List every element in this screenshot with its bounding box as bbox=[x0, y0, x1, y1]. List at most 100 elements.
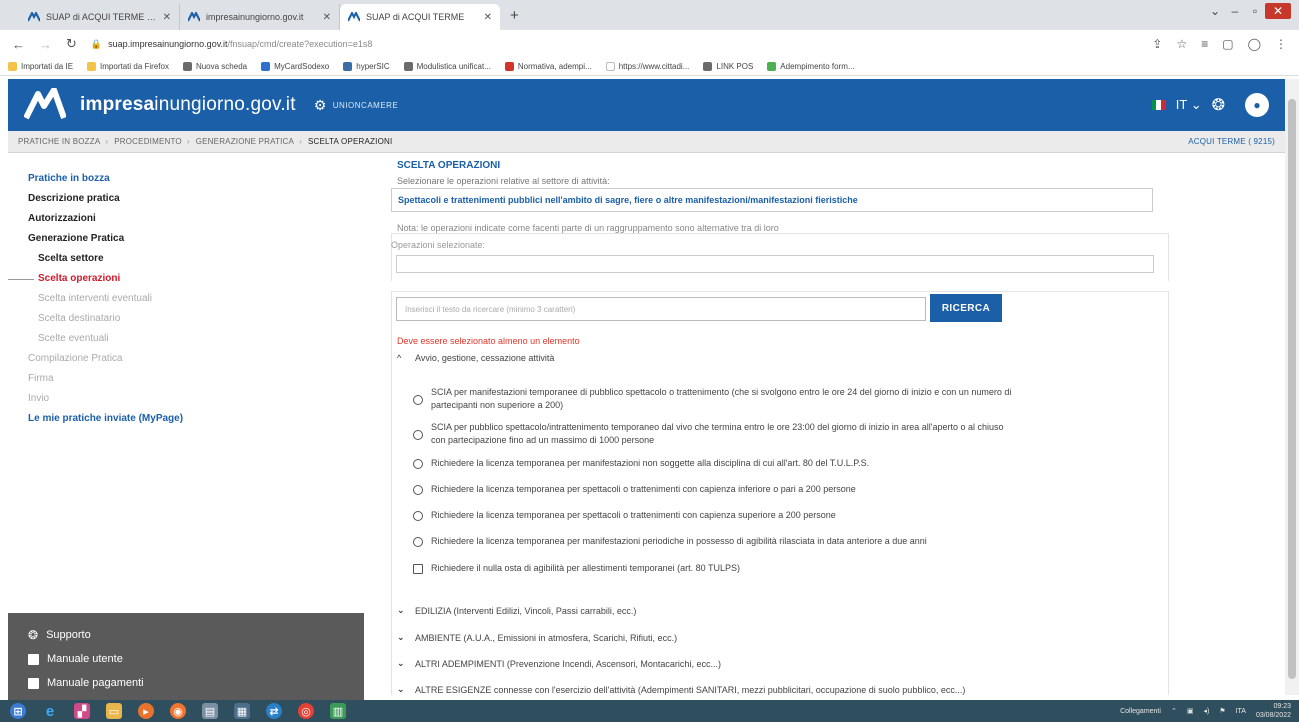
collapsed-group-header[interactable]: ⌄ ALTRE ESIGENZE connesse con l'esercizio… bbox=[397, 684, 965, 695]
file-explorer-icon[interactable]: ▭ bbox=[106, 703, 122, 719]
chevron-down-icon: ⌄ bbox=[397, 684, 405, 694]
search-input[interactable]: Inserisci il testo da ricercare (minimo … bbox=[396, 297, 926, 321]
reading-list-icon[interactable]: ≡ bbox=[1201, 37, 1208, 51]
operation-radio-option[interactable]: Richiedere la licenza temporanea per spe… bbox=[413, 509, 1113, 522]
dropdown-icon[interactable]: ⌄ bbox=[1205, 4, 1225, 18]
operation-radio-option[interactable]: Richiedere la licenza temporanea per man… bbox=[413, 535, 1113, 548]
checkbox[interactable] bbox=[413, 564, 423, 574]
option-line: con partecipazione fino ad un massimo di… bbox=[431, 435, 655, 445]
operation-radio-option[interactable]: SCIA per manifestazioni temporanee di pu… bbox=[413, 386, 1113, 412]
profile-icon[interactable]: ◯ bbox=[1248, 37, 1261, 51]
chrome-icon[interactable]: ◎ bbox=[298, 703, 314, 719]
spreadsheet-icon[interactable]: ▥ bbox=[330, 703, 346, 719]
tab-close-icon[interactable]: ✕ bbox=[163, 12, 171, 23]
firefox-icon[interactable]: ◉ bbox=[170, 703, 186, 719]
support-header-icon[interactable]: ❂ bbox=[1212, 95, 1225, 115]
forward-icon[interactable]: → bbox=[39, 37, 52, 52]
bookmark-item[interactable]: hyperSIC bbox=[343, 62, 390, 71]
search-button[interactable]: RICERCA bbox=[930, 294, 1002, 322]
volume-icon[interactable]: ◂) bbox=[1203, 707, 1209, 715]
sidebar-item[interactable]: Scelta settore bbox=[28, 249, 364, 269]
close-window-icon[interactable]: ✕ bbox=[1265, 3, 1291, 19]
tab-close-icon[interactable]: ✕ bbox=[484, 12, 492, 23]
url-field[interactable]: 🔒 suap.impresainungiorno.gov.it/fnsuap/c… bbox=[91, 39, 1138, 50]
option-line: SCIA per manifestazioni temporanee di pu… bbox=[431, 387, 1012, 397]
radio-button[interactable] bbox=[413, 395, 423, 405]
support-link[interactable]: ❂ Supporto bbox=[28, 623, 364, 647]
collapsed-group-header[interactable]: ⌄ EDILIZIA (Interventi Edilizi, Vincoli, … bbox=[397, 605, 636, 616]
collapsed-group-header[interactable]: ⌄ AMBIENTE (A.U.A., Emissioni in atmosfer… bbox=[397, 632, 677, 643]
document-app-icon[interactable]: ▤ bbox=[202, 703, 218, 719]
bookmark-item[interactable]: https://www.cittadi... bbox=[605, 62, 689, 71]
paint-icon[interactable]: ▞ bbox=[74, 703, 90, 719]
operation-radio-option[interactable]: Richiedere la licenza temporanea per spe… bbox=[413, 483, 1113, 496]
breadcrumb-item[interactable]: GENERAZIONE PRATICA › bbox=[196, 137, 302, 146]
start-icon[interactable]: ⊞ bbox=[10, 703, 26, 719]
browser-tab-1[interactable]: impresainungiorno.gov.it ✕ bbox=[180, 4, 340, 30]
radio-button[interactable] bbox=[413, 485, 423, 495]
bookmark-item[interactable]: Nuova scheda bbox=[182, 62, 247, 71]
bookmark-item[interactable]: Modulistica unificat... bbox=[403, 62, 491, 71]
menu-icon[interactable]: ⋮ bbox=[1275, 37, 1287, 51]
tab-title: SUAP di ACQUI TERME - impres bbox=[46, 12, 157, 22]
radio-button[interactable] bbox=[413, 511, 423, 521]
teamviewer-icon[interactable]: ⇄ bbox=[266, 703, 282, 719]
region-label[interactable]: ACQUI TERME ( 9215) bbox=[1188, 137, 1275, 146]
site-name[interactable]: impresainungiorno.gov.it bbox=[80, 94, 296, 116]
bookmark-icon bbox=[8, 62, 17, 71]
calculator-icon[interactable]: ▦ bbox=[234, 703, 250, 719]
bookmark-item[interactable]: Adempimento form... bbox=[767, 62, 855, 71]
sidebar-nav: Pratiche in bozza Descrizione pratica Auto… bbox=[8, 153, 364, 429]
bookmark-item[interactable]: MyCardSodexo bbox=[261, 62, 329, 71]
share-icon[interactable]: ⇪ bbox=[1152, 37, 1162, 51]
sidebar-item[interactable]: Autorizzazioni bbox=[28, 209, 364, 229]
side-panel-icon[interactable]: ▢ bbox=[1222, 37, 1233, 51]
user-icon[interactable]: ● bbox=[1245, 93, 1269, 117]
minimize-icon[interactable]: – bbox=[1225, 4, 1245, 18]
input-language[interactable]: ITA bbox=[1236, 708, 1246, 715]
breadcrumb-item[interactable]: PROCEDIMENTO › bbox=[114, 137, 189, 146]
tab-close-icon[interactable]: ✕ bbox=[323, 12, 331, 23]
support-link[interactable]: Manuale utente bbox=[28, 647, 364, 671]
collapsed-group-header[interactable]: ⌄ ALTRI ADEMPIMENTI (Prevenzione Incendi,… bbox=[397, 658, 721, 669]
flag-notification-icon[interactable]: ⚑ bbox=[1219, 707, 1225, 715]
back-icon[interactable]: ← bbox=[12, 37, 25, 52]
bookmark-item[interactable]: Normativa, adempi... bbox=[504, 62, 592, 71]
clock[interactable]: 09:23 03/08/2022 bbox=[1256, 702, 1291, 720]
bookmark-item[interactable]: LINK POS bbox=[703, 62, 753, 71]
sidebar-item[interactable]: Pratiche in bozza bbox=[28, 169, 364, 189]
page-scrollbar[interactable] bbox=[1285, 79, 1299, 695]
breadcrumb-item[interactable]: PRATICHE IN BOZZA › bbox=[18, 137, 108, 146]
tray-chevron-icon[interactable]: ⌃ bbox=[1171, 707, 1177, 715]
browser-tab-0[interactable]: SUAP di ACQUI TERME - impres ✕ bbox=[20, 4, 180, 30]
lock-icon: 🔒 bbox=[90, 38, 103, 49]
network-icon[interactable]: ▣ bbox=[1187, 707, 1194, 715]
support-link[interactable]: Manuale pagamenti bbox=[28, 671, 364, 695]
sidebar-item[interactable]: Generazione Pratica bbox=[28, 229, 364, 249]
maximize-icon[interactable]: ▫ bbox=[1245, 4, 1265, 18]
bookmark-star-icon[interactable]: ☆ bbox=[1176, 37, 1187, 51]
group-header-avvio[interactable]: ^ Avvio, gestione, cessazione attività bbox=[397, 353, 554, 363]
operation-radio-option[interactable]: SCIA per pubblico spettacolo/intrattenim… bbox=[413, 421, 1113, 447]
logo-icon[interactable] bbox=[24, 88, 66, 122]
sidebar-item[interactable]: Descrizione pratica bbox=[28, 189, 364, 209]
radio-button[interactable] bbox=[413, 459, 423, 469]
bookmark-item[interactable]: Importati da IE bbox=[8, 62, 73, 71]
network-label[interactable]: Collegamenti bbox=[1120, 708, 1161, 715]
language-selector[interactable]: IT ⌄ bbox=[1176, 97, 1202, 113]
site-header: impresainungiorno.gov.it ⚙ UNIONCAMERE I… bbox=[8, 79, 1285, 131]
radio-button[interactable] bbox=[413, 537, 423, 547]
new-tab-button[interactable]: + bbox=[510, 7, 519, 24]
operation-checkbox-option[interactable]: Richiedere il nulla osta di agibilità pe… bbox=[413, 562, 1113, 575]
scrollbar-thumb[interactable] bbox=[1288, 99, 1296, 679]
sidebar-item[interactable]: Le mie pratiche inviate (MyPage) bbox=[28, 409, 364, 429]
media-player-icon[interactable]: ▸ bbox=[138, 703, 154, 719]
radio-button[interactable] bbox=[413, 430, 423, 440]
option-line: Richiedere la licenza temporanea per man… bbox=[431, 536, 927, 546]
internet-explorer-icon[interactable]: e bbox=[42, 703, 58, 720]
reload-icon[interactable]: ↻ bbox=[66, 36, 77, 52]
browser-tab-2[interactable]: SUAP di ACQUI TERME ✕ bbox=[340, 4, 500, 30]
bookmark-item[interactable]: Importati da Firefox bbox=[87, 62, 169, 71]
sidebar-item[interactable]: Scelta operazioni bbox=[8, 269, 364, 289]
operation-radio-option[interactable]: Richiedere la licenza temporanea per man… bbox=[413, 457, 1113, 470]
